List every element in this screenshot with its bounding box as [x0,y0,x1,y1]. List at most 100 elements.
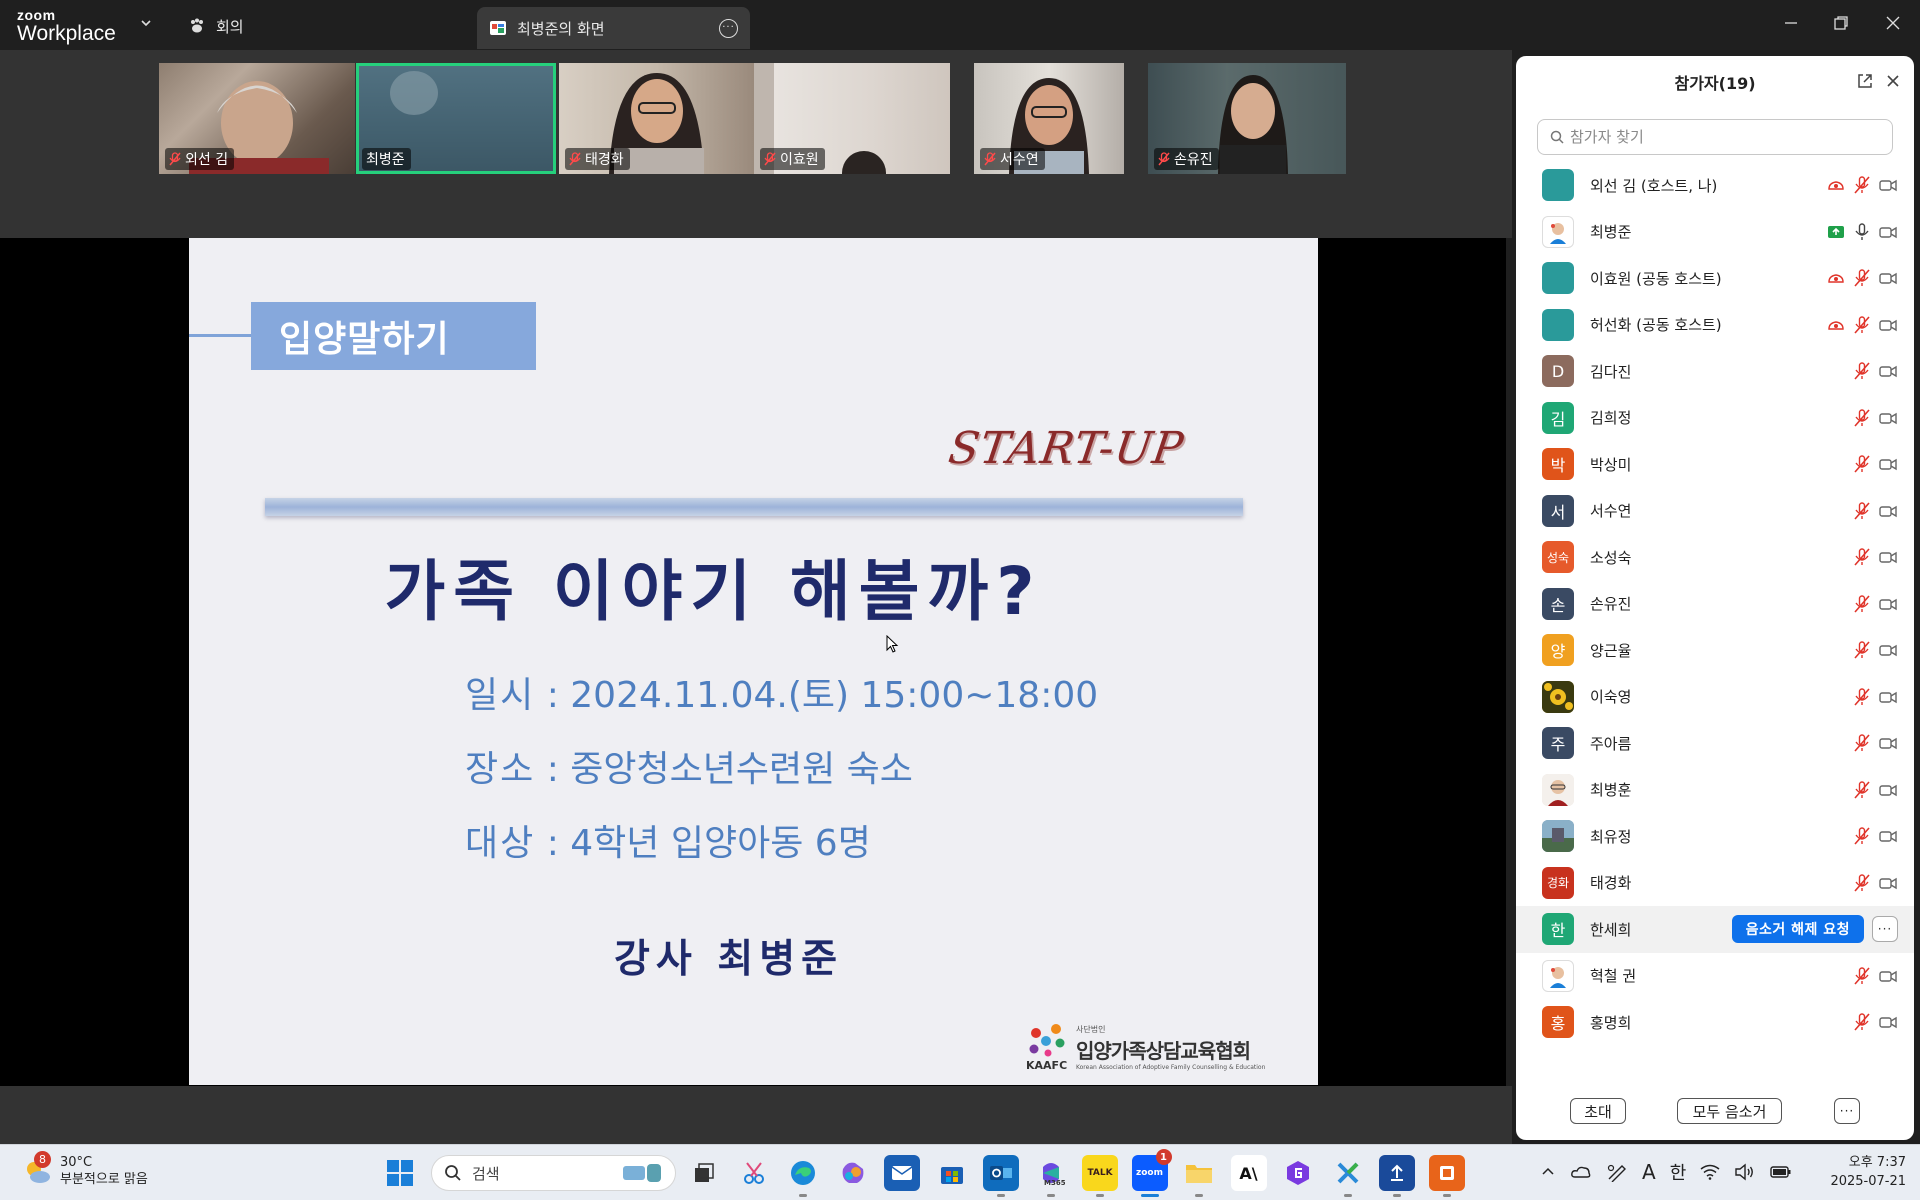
mic-muted-icon[interactable] [1852,873,1872,893]
pen-touch-icon[interactable] [1606,1162,1628,1182]
app-icon-x[interactable] [1330,1155,1366,1197]
participant-row[interactable]: 이효원 (공동 호스트) [1516,255,1914,302]
wifi-icon[interactable] [1700,1164,1720,1180]
more-options-icon[interactable]: ··· [1872,916,1898,942]
minimize-icon[interactable] [1780,12,1802,34]
acrobat-icon[interactable]: A\ [1230,1155,1267,1191]
video-camera-icon[interactable] [1878,780,1898,800]
kakaotalk-icon[interactable]: TALK [1082,1155,1118,1197]
participant-row[interactable]: 주 주아름 [1516,720,1914,767]
invite-button[interactable]: 초대 [1570,1098,1626,1124]
mic-muted-icon[interactable] [1852,640,1872,660]
microsoft-365-icon[interactable]: M365 [1033,1155,1069,1197]
font-icon[interactable]: A [1642,1160,1656,1184]
mic-muted-icon[interactable] [1852,315,1872,335]
outlook-mail-icon[interactable] [884,1155,920,1191]
video-camera-icon[interactable] [1878,175,1898,195]
video-camera-icon[interactable] [1878,454,1898,474]
more-options-icon[interactable]: ··· [719,18,738,38]
shared-screen-view[interactable]: 입양말하기 START-UP 가족 이야기 해볼까? 일시 : 2024.11.… [0,238,1506,1086]
app-icon-orange[interactable] [1428,1155,1465,1197]
restore-icon[interactable] [1830,12,1852,34]
participant-row[interactable]: 김 김희정 [1516,395,1914,442]
video-tile[interactable]: 외선 김 [159,63,355,174]
video-tile[interactable]: 손유진 [1148,63,1346,174]
participant-search[interactable] [1537,119,1893,155]
mic-muted-icon[interactable] [1852,454,1872,474]
system-clock[interactable]: 오후 7:37 2025-07-21 [1830,1153,1906,1191]
video-camera-icon[interactable] [1878,547,1898,567]
video-camera-icon[interactable] [1878,640,1898,660]
mic-muted-icon[interactable] [1852,780,1872,800]
mute-all-button[interactable]: 모두 음소거 [1677,1098,1782,1124]
video-camera-icon[interactable] [1878,826,1898,846]
mic-muted-icon[interactable] [1852,826,1872,846]
video-camera-icon[interactable] [1878,594,1898,614]
mic-muted-icon[interactable] [1852,268,1872,288]
mic-muted-icon[interactable] [1852,594,1872,614]
video-camera-icon[interactable] [1878,408,1898,428]
participant-row[interactable]: 한 한세희 음소거 해제 요청 ··· [1516,906,1914,953]
mic-muted-icon[interactable] [1852,175,1872,195]
participant-row[interactable]: 경화 태경화 [1516,860,1914,907]
app-icon-upload[interactable] [1379,1155,1415,1197]
app-icon-g[interactable] [1280,1155,1316,1191]
mic-muted-icon[interactable] [1852,733,1872,753]
participant-row[interactable]: 허선화 (공동 호스트) [1516,302,1914,349]
battery-icon[interactable] [1770,1164,1792,1180]
tab-shared-screen[interactable]: 최병준의 화면 ··· [477,7,750,49]
chevron-up-icon[interactable] [1540,1164,1556,1180]
participant-row[interactable]: 최병훈 [1516,767,1914,814]
video-camera-icon[interactable] [1878,873,1898,893]
zoom-app-icon[interactable]: zoom 1 [1131,1149,1172,1197]
participant-row[interactable]: 박 박상미 [1516,441,1914,488]
search-input[interactable] [1570,128,1870,146]
video-camera-icon[interactable] [1878,966,1898,986]
video-camera-icon[interactable] [1878,268,1898,288]
participant-row[interactable]: D 김다진 [1516,348,1914,395]
participant-row[interactable]: 서 서수연 [1516,488,1914,535]
video-camera-icon[interactable] [1878,501,1898,521]
edge-browser-icon[interactable] [785,1155,821,1197]
participant-row[interactable]: 혁철 권 [1516,953,1914,1000]
taskbar-search[interactable]: 검색 [431,1155,676,1191]
participant-row[interactable]: 외선 김 (호스트, 나) [1516,162,1914,209]
participant-row[interactable]: 최유정 [1516,813,1914,860]
participant-row[interactable]: 최병준 [1516,209,1914,256]
video-camera-icon[interactable] [1878,733,1898,753]
mic-muted-icon[interactable] [1852,687,1872,707]
video-tile-active-speaker[interactable]: 최병준 [356,63,556,174]
outlook-icon[interactable] [983,1155,1019,1197]
ask-to-unmute-button[interactable]: 음소거 해제 요청 [1731,915,1864,943]
zoom-workplace-logo[interactable]: zoom Workplace [17,8,116,44]
video-tile[interactable]: 이효원 [754,63,950,174]
windows-start-icon[interactable] [386,1159,414,1187]
participant-row[interactable]: 이숙영 [1516,674,1914,721]
mic-muted-icon[interactable] [1852,408,1872,428]
mic-muted-icon[interactable] [1852,547,1872,567]
file-explorer-icon[interactable] [1181,1155,1217,1197]
participant-row[interactable]: 홍 홍명희 [1516,999,1914,1046]
close-icon[interactable] [1884,72,1902,90]
participant-row[interactable]: 성숙 소성숙 [1516,534,1914,581]
snipping-tool-icon[interactable] [736,1155,772,1191]
task-view-icon[interactable] [686,1155,722,1191]
mic-muted-icon[interactable] [1852,1012,1872,1032]
mic-muted-icon[interactable] [1852,361,1872,381]
more-options-icon[interactable]: ··· [1834,1098,1860,1124]
video-camera-icon[interactable] [1878,361,1898,381]
copilot-icon[interactable] [835,1155,871,1191]
video-camera-icon[interactable] [1878,222,1898,242]
video-camera-icon[interactable] [1878,687,1898,707]
video-camera-icon[interactable] [1878,315,1898,335]
onedrive-icon[interactable] [1570,1163,1592,1181]
video-tile[interactable]: 서수연 [974,63,1124,174]
volume-icon[interactable] [1734,1163,1756,1181]
mic-muted-icon[interactable] [1852,966,1872,986]
participant-row[interactable]: 손 손유진 [1516,581,1914,628]
mic-icon[interactable] [1852,222,1872,242]
video-tile[interactable]: 태경화 [559,63,754,174]
pop-out-icon[interactable] [1856,72,1874,90]
tab-meeting[interactable]: 회의 [188,14,244,38]
chevron-down-icon[interactable] [138,15,154,31]
